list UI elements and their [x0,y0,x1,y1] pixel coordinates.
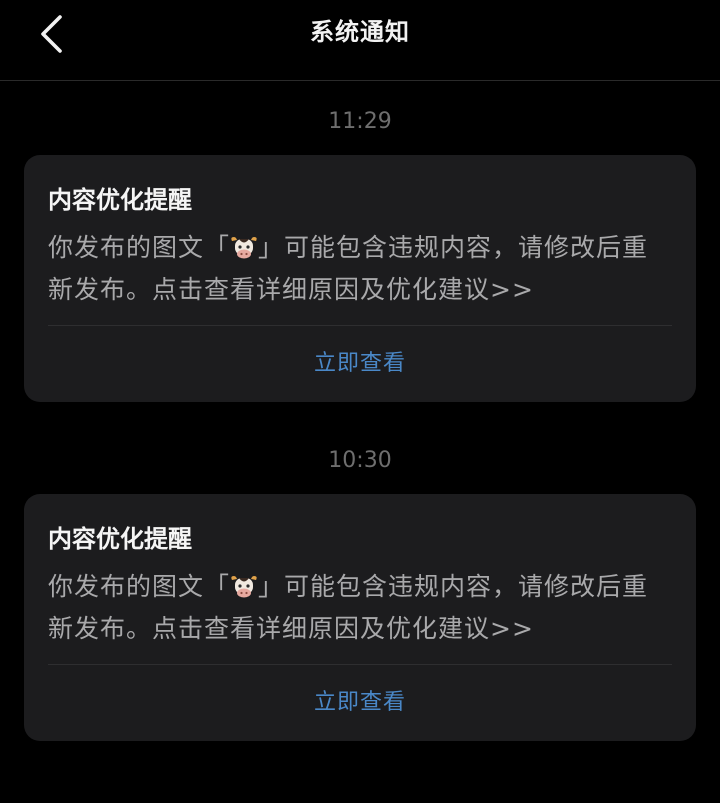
view-now-link[interactable]: 立即查看 [48,665,672,741]
cow-face-icon [231,237,257,259]
cow-face-icon [231,576,257,598]
view-now-link[interactable]: 立即查看 [48,326,672,402]
notification-card[interactable]: 内容优化提醒 你发布的图文「 」可能包含违规内容，请修改后重新发布。点击查看详细… [24,155,696,402]
system-notifications-screen: 系统通知 11:29 内容优化提醒 你发布的图文「 」可能包含违规内容，请修改后… [0,0,720,803]
notification-timestamp: 11:29 [328,109,392,134]
notification-body[interactable]: 你发布的图文「 」可能包含违规内容，请修改后重新发布。点击查看详细原因及优化建议… [48,227,672,311]
notification-card[interactable]: 内容优化提醒 你发布的图文「 」可能包含违规内容，请修改后重新发布。点击查看详细… [24,494,696,741]
notification-title: 内容优化提醒 [48,525,192,553]
body-text-start: 你发布的图文「 [48,572,231,601]
notification-title: 内容优化提醒 [48,186,192,214]
notification-group: 11:29 内容优化提醒 你发布的图文「 」可能包含违规内容，请修改后重新发布。… [0,81,720,402]
header-bar: 系统通知 [0,0,720,81]
notification-group: 10:30 内容优化提醒 你发布的图文「 」可能包含违规内容，请修改后重新发布。… [0,402,720,741]
page-title: 系统通知 [310,18,410,46]
notification-body[interactable]: 你发布的图文「 」可能包含违规内容，请修改后重新发布。点击查看详细原因及优化建议… [48,566,672,650]
notification-timestamp: 10:30 [328,448,392,473]
notification-list[interactable]: 11:29 内容优化提醒 你发布的图文「 」可能包含违规内容，请修改后重新发布。… [0,81,720,741]
body-text-start: 你发布的图文「 [48,233,231,262]
